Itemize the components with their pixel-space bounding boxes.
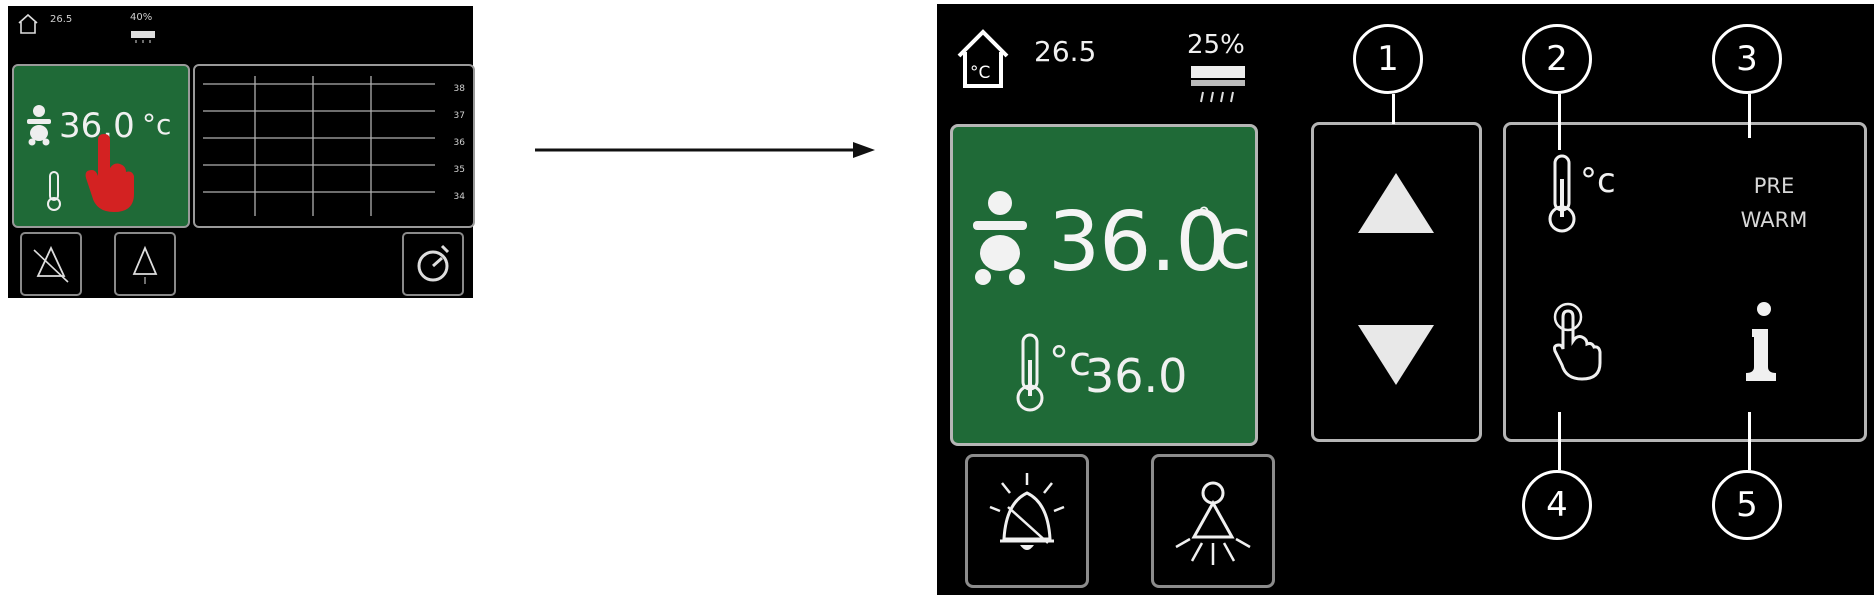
small-temperature-panel[interactable]: 36.0 °c — [12, 64, 190, 228]
thermometer-icon — [1548, 154, 1576, 233]
alarm-button[interactable] — [965, 454, 1089, 588]
graph-tick-label: 35 — [453, 165, 465, 175]
callout-1-pointer — [1392, 94, 1395, 124]
baby-icon — [973, 191, 1027, 285]
small-home-temp: 26.5 — [50, 14, 73, 25]
skin-temperature: 36.0 — [1085, 349, 1188, 403]
baby-icon — [27, 105, 51, 146]
alarm-bell-icon — [33, 245, 69, 283]
humidifier-icon — [131, 31, 155, 43]
zoom-arrow — [535, 142, 875, 158]
touch-hand-indicator-icon — [85, 134, 134, 212]
temperature-trend-graph: 38 37 36 35 34 — [193, 64, 475, 228]
home-thermometer-icon: °C — [957, 29, 1009, 88]
small-alarm-button[interactable] — [20, 232, 82, 296]
light-bulb-icon — [132, 245, 158, 284]
arrow-up-icon[interactable] — [1358, 173, 1434, 233]
callout-3-pointer — [1748, 94, 1751, 138]
small-humidity-value: 40% — [130, 12, 153, 23]
touch-hand-icon[interactable] — [1544, 301, 1604, 381]
callout-4-pointer — [1558, 412, 1561, 470]
callout-2: 2 — [1522, 24, 1592, 94]
callout-1: 1 — [1353, 24, 1423, 94]
callout-5-pointer — [1748, 412, 1751, 470]
callout-5: 5 — [1712, 470, 1782, 540]
light-bulb-icon — [1175, 481, 1251, 565]
prewarm-option[interactable]: PRE WARM — [1724, 169, 1824, 237]
thermometer-icon — [1016, 333, 1044, 412]
humidifier-icon — [1191, 66, 1245, 103]
callout-4: 4 — [1522, 470, 1592, 540]
large-screen-detail: °C 26.5 25% 36.0 ° c °c 36.0 °c PRE WARM… — [937, 4, 1874, 595]
temperature-degree-sign: ° — [1197, 201, 1211, 234]
temperature-option[interactable]: °c — [1544, 153, 1634, 243]
graph-tick-label: 38 — [453, 84, 465, 94]
arrow-down-icon[interactable] — [1358, 325, 1434, 385]
small-screen-preview: 26.5 40% 36.0 °c 38 37 36 35 34 — [8, 6, 475, 298]
graph-tick-label: 34 — [453, 192, 465, 202]
home-thermometer-icon — [18, 13, 38, 34]
small-timer-button[interactable] — [402, 232, 464, 296]
svg-text:°C: °C — [970, 63, 990, 83]
adjust-panel — [1311, 122, 1482, 442]
small-light-button[interactable] — [114, 232, 176, 296]
humidity-value: 25% — [1187, 30, 1245, 60]
graph-tick-label: 37 — [453, 111, 465, 121]
callout-3: 3 — [1712, 24, 1782, 94]
temperature-option-unit: °c — [1580, 161, 1616, 201]
temperature-unit: c — [1213, 203, 1252, 285]
temperature-panel[interactable]: 36.0 ° c °c 36.0 — [950, 124, 1258, 446]
alarm-bell-icon — [989, 473, 1065, 550]
small-unit: °c — [142, 108, 172, 141]
light-button[interactable] — [1151, 454, 1275, 588]
graph-tick-label: 36 — [453, 138, 465, 148]
info-icon[interactable] — [1742, 299, 1782, 387]
home-temperature: 26.5 — [1034, 35, 1097, 68]
timer-icon — [417, 244, 450, 282]
options-panel: °c PRE WARM — [1503, 122, 1867, 442]
prewarm-label-line1: PRE — [1753, 174, 1795, 198]
thermometer-icon — [47, 171, 61, 211]
prewarm-label-line2: WARM — [1740, 208, 1808, 232]
callout-2-pointer — [1558, 94, 1561, 150]
